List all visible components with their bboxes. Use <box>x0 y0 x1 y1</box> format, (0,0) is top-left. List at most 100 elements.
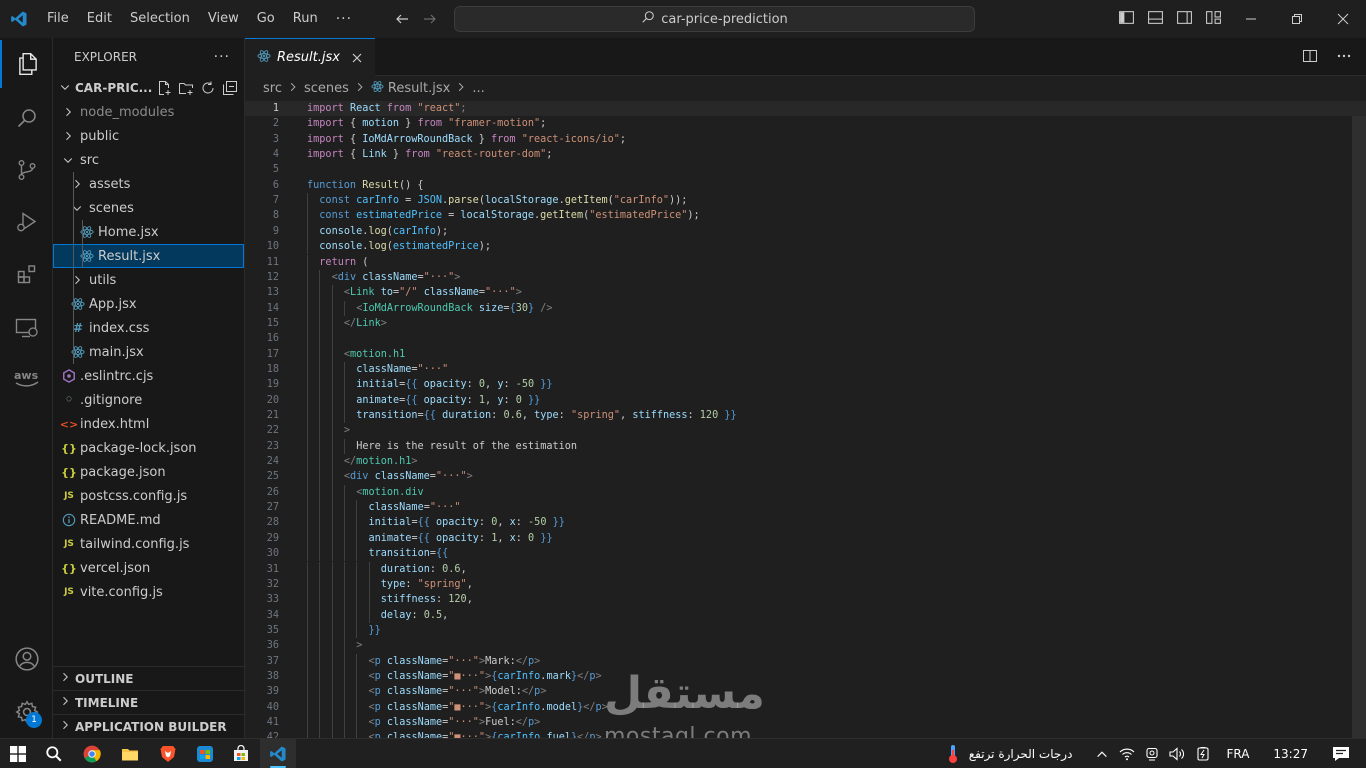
file-item[interactable]: ◦ .gitignore <box>53 388 244 412</box>
remote-explorer-icon[interactable] <box>0 304 53 352</box>
search-activity-icon[interactable] <box>0 94 53 142</box>
code-line[interactable]: 26 <motion.div <box>245 484 1366 501</box>
customize-layout-icon[interactable] <box>1205 9 1222 26</box>
collapse-all-icon[interactable] <box>221 80 238 97</box>
refresh-icon[interactable] <box>199 80 216 97</box>
close-tab-icon[interactable] <box>349 50 365 66</box>
code-line[interactable]: 32 type: "spring", <box>245 576 1366 593</box>
toggle-secondary-sidebar-icon[interactable] <box>1176 9 1193 26</box>
folder-item[interactable]: scenes <box>53 196 244 220</box>
code-line[interactable]: 12 <div className="···"> <box>245 269 1366 286</box>
more-actions-icon[interactable] <box>1336 48 1352 64</box>
source-control-icon[interactable] <box>0 146 53 194</box>
restore-icon[interactable] <box>1274 0 1320 38</box>
split-editor-icon[interactable] <box>1302 48 1318 64</box>
code-line[interactable]: 29 animate={{ opacity: 1, x: 0 }} <box>245 530 1366 547</box>
forward-arrow-icon[interactable] <box>420 9 440 29</box>
folder-item[interactable]: public <box>53 124 244 148</box>
breadcrumb-file[interactable]: Result.jsx <box>388 81 450 96</box>
code-line[interactable]: 42 <p className="■···">{carInfo.fuel}</p> <box>245 730 1366 738</box>
toggle-panel-icon[interactable] <box>1147 9 1164 26</box>
code-line[interactable]: 37 <p className="···">Mark:</p> <box>245 653 1366 669</box>
file-item[interactable]: Result.jsx <box>53 244 244 268</box>
code-line[interactable]: 15 </Link> <box>245 315 1366 332</box>
taskbar-search-icon[interactable] <box>36 739 72 768</box>
clock[interactable]: 13:27 <box>1259 739 1322 768</box>
code-line[interactable]: 5 <box>245 162 1366 177</box>
code-line[interactable]: 39 <p className="···">Model:</p> <box>245 684 1366 700</box>
code-line[interactable]: 21 transition={{ duration: 0.6, type: "sp… <box>245 408 1366 424</box>
thermometer-icon[interactable] <box>942 739 964 768</box>
menu-run[interactable]: Run <box>284 0 327 38</box>
close-window-icon[interactable] <box>1320 0 1366 38</box>
menu-more[interactable]: ··· <box>327 0 361 38</box>
menu-file[interactable]: File <box>38 0 78 38</box>
weather-text[interactable]: درجات الحرارة ترتفع <box>964 739 1091 768</box>
accounts-icon[interactable] <box>0 635 53 683</box>
outline-section[interactable]: OUTLINE <box>53 666 245 690</box>
code-line[interactable]: 33 stiffness: 120, <box>245 592 1366 608</box>
battery-icon[interactable] <box>1190 739 1216 768</box>
code-line[interactable]: 35}} <box>245 622 1366 639</box>
aws-toolkit-icon[interactable]: aws <box>0 354 53 402</box>
code-line[interactable]: 9 console.log(carInfo); <box>245 223 1366 240</box>
code-line[interactable]: 20 animate={{ opacity: 1, y: 0 }} <box>245 392 1366 408</box>
code-line[interactable]: 16 <box>245 331 1366 347</box>
store-bag-icon[interactable] <box>223 739 259 768</box>
folder-item[interactable]: utils <box>53 268 244 292</box>
run-debug-icon[interactable] <box>0 198 53 246</box>
application-builder-section[interactable]: APPLICATION BUILDER <box>53 714 245 738</box>
code-line[interactable]: 7 const carInfo = JSON.parse(localStorage… <box>245 193 1366 209</box>
file-item[interactable]: README.md <box>53 508 244 532</box>
explorer-more-button[interactable]: ··· <box>214 49 230 65</box>
menu-go[interactable]: Go <box>248 0 284 38</box>
windows-start-icon[interactable] <box>0 739 36 768</box>
back-arrow-icon[interactable] <box>392 9 412 29</box>
code-line[interactable]: 1 import React from "react"; <box>245 101 1366 117</box>
code-line[interactable]: 2 import { motion } from "framer-motion"; <box>245 116 1366 131</box>
code-line[interactable]: 22 > <box>245 423 1366 439</box>
vscode-taskbar-icon[interactable] <box>260 739 296 768</box>
project-folder-row[interactable]: CAR-PRIC... <box>53 76 244 100</box>
explorer-icon[interactable] <box>0 40 53 88</box>
code-line[interactable]: 13 <Link to="/" className="···"> <box>245 285 1366 301</box>
timeline-section[interactable]: TIMELINE <box>53 690 245 714</box>
menu-view[interactable]: View <box>199 0 248 38</box>
minimize-icon[interactable] <box>1228 0 1274 38</box>
brave-browser-icon[interactable] <box>150 739 186 768</box>
code-line[interactable]: 3 import { IoMdArrowRoundBack } from "rea… <box>245 132 1366 147</box>
folder-item[interactable]: node_modules <box>53 100 244 124</box>
code-line[interactable]: 6 function Result() { <box>245 178 1366 193</box>
language-indicator[interactable]: FRA <box>1216 739 1259 768</box>
menu-edit[interactable]: Edit <box>78 0 121 38</box>
code-line[interactable]: 19 initial={{ opacity: 0, y: -50 }} <box>245 377 1366 393</box>
file-item[interactable]: Home.jsx <box>53 220 244 244</box>
file-item[interactable]: JS postcss.config.js <box>53 484 244 508</box>
code-line[interactable]: 28 initial={{ opacity: 0, x: -50 }} <box>245 515 1366 531</box>
menu-selection[interactable]: Selection <box>121 0 199 38</box>
code-line[interactable]: 38 <p className="■···">{carInfo.mark}</p> <box>245 668 1366 685</box>
wifi-icon[interactable] <box>1114 739 1140 768</box>
code-line[interactable]: 41 <p className="···">Fuel:</p> <box>245 715 1366 731</box>
code-editor[interactable]: 1 import React from "react"; 2 import { mot… <box>245 99 1366 738</box>
code-line[interactable]: 31 duration: 0.6, <box>245 561 1366 577</box>
file-item[interactable]: <> index.html <box>53 412 244 436</box>
folder-item[interactable]: assets <box>53 172 244 196</box>
breadcrumb-symbol[interactable]: ... <box>472 81 484 96</box>
code-line[interactable]: 24 </motion.h1> <box>245 454 1366 470</box>
file-item[interactable]: JS tailwind.config.js <box>53 532 244 556</box>
file-item[interactable]: {} vercel.json <box>53 556 244 580</box>
file-explorer-icon[interactable] <box>112 739 148 768</box>
file-item[interactable]: .eslintrc.cjs <box>53 364 244 388</box>
manage-gear-icon[interactable]: 1 <box>0 688 53 736</box>
code-line[interactable]: 40 <p className="■···">{carInfo.model}</p… <box>245 699 1366 715</box>
notifications-icon[interactable] <box>1322 739 1366 768</box>
file-item[interactable]: {} package-lock.json <box>53 436 244 460</box>
extensions-icon[interactable] <box>0 250 53 298</box>
file-item[interactable]: {} package.json <box>53 460 244 484</box>
code-line[interactable]: 11 return ( <box>245 254 1366 270</box>
code-line[interactable]: 34 delay: 0.5, <box>245 607 1366 623</box>
webcam-icon[interactable] <box>1140 739 1164 768</box>
new-folder-icon[interactable] <box>177 80 194 97</box>
code-line[interactable]: 8 const estimatedPrice = localStorage.get… <box>245 208 1366 224</box>
